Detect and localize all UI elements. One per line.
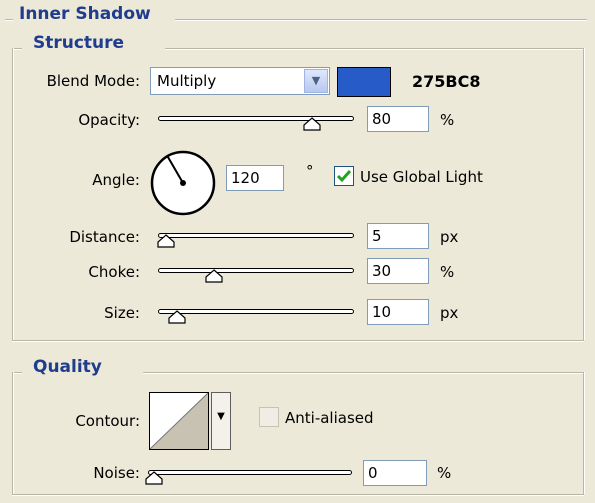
use-global-light-label: Use Global Light [360, 168, 483, 186]
contour-label: Contour: [75, 412, 140, 430]
quality-frame-bottom [12, 494, 584, 496]
choke-input[interactable]: 30 [367, 258, 429, 284]
distance-input[interactable]: 5 [367, 223, 429, 249]
quality-frame-right [583, 372, 585, 494]
angle-input[interactable]: 120 [226, 165, 284, 191]
blend-mode-value: Multiply [157, 72, 217, 90]
size-unit: px [440, 304, 459, 322]
noise-label: Noise: [93, 464, 140, 482]
noise-input[interactable]: 0 [363, 460, 427, 486]
choke-slider[interactable] [158, 268, 354, 273]
choke-slider-thumb[interactable] [205, 269, 223, 283]
checkmark-icon [336, 170, 352, 183]
quality-frame-top-right [143, 372, 585, 374]
opacity-slider-thumb[interactable] [303, 117, 321, 131]
distance-slider[interactable] [158, 233, 354, 238]
anti-aliased-label: Anti-aliased [285, 409, 374, 427]
choke-unit: % [440, 263, 455, 281]
opacity-slider[interactable] [158, 116, 354, 121]
quality-title: Quality [30, 357, 105, 377]
distance-slider-thumb[interactable] [157, 234, 175, 248]
shadow-color-swatch[interactable] [337, 67, 391, 97]
contour-dropdown-button[interactable]: ▼ [211, 392, 231, 450]
distance-unit: px [440, 228, 459, 246]
structure-frame-bottom [12, 340, 584, 342]
inner-shadow-frame-top-right [175, 19, 587, 21]
choke-label: Choke: [88, 263, 140, 281]
blend-mode-label: Blend Mode: [46, 72, 140, 90]
noise-slider[interactable] [148, 470, 352, 475]
distance-label: Distance: [69, 228, 140, 246]
inner-shadow-title: Inner Shadow [16, 4, 154, 24]
structure-frame-left [12, 48, 14, 340]
contour-curve-icon [149, 392, 209, 450]
angle-unit: ° [306, 162, 314, 180]
contour-preview[interactable] [149, 392, 209, 450]
opacity-label: Opacity: [78, 111, 140, 129]
chevron-down-icon[interactable]: ▼ [304, 69, 328, 93]
size-input[interactable]: 10 [367, 299, 429, 325]
size-slider-thumb[interactable] [168, 310, 186, 324]
blend-mode-select[interactable]: Multiply ▼ [150, 67, 330, 95]
noise-unit: % [437, 464, 452, 482]
anti-aliased-checkbox[interactable] [259, 407, 279, 427]
shadow-color-hex: 275BC8 [412, 72, 481, 91]
size-label: Size: [104, 304, 140, 322]
structure-title: Structure [30, 33, 128, 53]
chevron-down-icon: ▼ [217, 411, 225, 422]
noise-slider-thumb[interactable] [145, 471, 163, 485]
opacity-unit: % [440, 111, 455, 129]
size-slider[interactable] [158, 309, 354, 314]
inner-shadow-frame-top-left [5, 19, 13, 21]
structure-frame-top-right [165, 48, 585, 50]
angle-dial[interactable] [148, 148, 218, 218]
angle-label: Angle: [92, 171, 140, 189]
opacity-input[interactable]: 80 [367, 106, 429, 132]
structure-frame-right [583, 48, 585, 340]
use-global-light-checkbox[interactable] [334, 166, 354, 186]
